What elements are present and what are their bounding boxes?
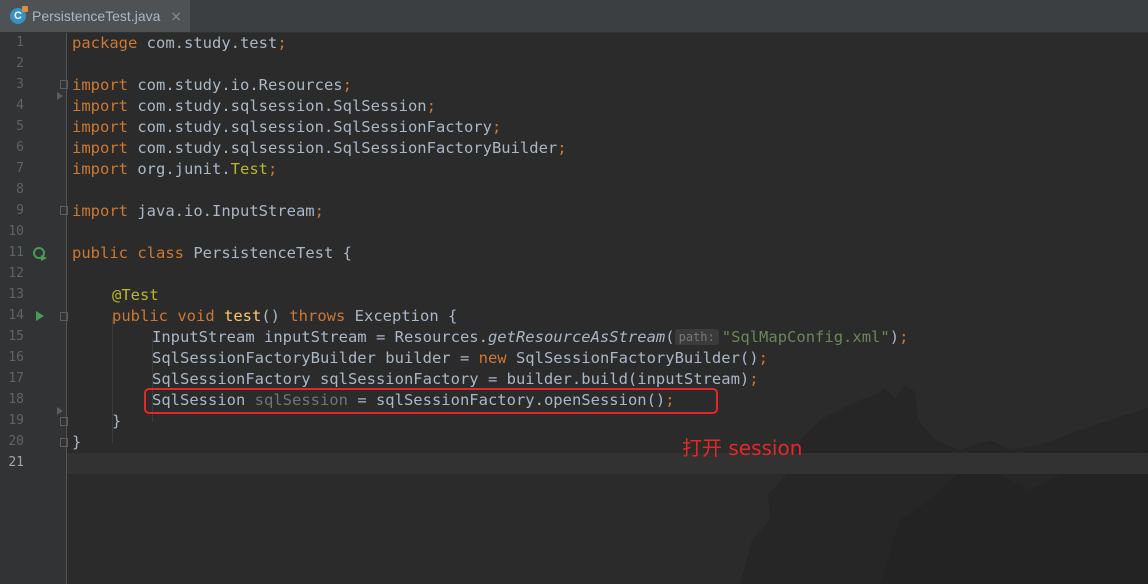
run-class-icon[interactable]: [32, 246, 48, 262]
code-line-7: import org.junit.Test;: [72, 160, 278, 178]
line-number: 11: [8, 245, 24, 260]
highlight-annotation-box: [144, 388, 718, 414]
code-line-5: import com.study.sqlsession.SqlSessionFa…: [72, 118, 502, 136]
tab-label: PersistenceTest.java: [32, 8, 161, 24]
line-number: 6: [16, 140, 24, 155]
line-number: 13: [8, 287, 24, 302]
line-number: 16: [8, 350, 24, 365]
parameter-hint: path:: [674, 329, 719, 345]
line-number: 20: [8, 434, 24, 449]
annotation-note: 打开 session: [682, 436, 803, 460]
code-line-14: public void test() throws Exception {: [112, 307, 458, 325]
code-line-20: }: [72, 433, 82, 451]
fold-arrow-icon[interactable]: [56, 406, 64, 416]
line-number: 7: [16, 161, 24, 176]
line-number: 17: [8, 371, 24, 386]
line-number: 2: [16, 56, 24, 71]
line-number: 3: [16, 77, 24, 92]
code-line-13: @Test: [112, 286, 159, 304]
code-line-6: import com.study.sqlsession.SqlSessionFa…: [72, 139, 567, 157]
fold-arrow-icon[interactable]: [56, 91, 64, 101]
run-test-icon[interactable]: [36, 311, 44, 321]
code-line-11: public class PersistenceTest {: [72, 244, 352, 262]
line-number: 14: [8, 308, 24, 323]
line-number: 18: [8, 392, 24, 407]
line-number: 12: [8, 266, 24, 281]
line-number: 4: [16, 98, 24, 113]
code-line-19: }: [112, 412, 122, 430]
code-line-4: import com.study.sqlsession.SqlSession;: [72, 97, 436, 115]
code-editor[interactable]: package com.study.test; import com.study…: [67, 33, 1148, 584]
current-line-highlight: [67, 453, 1148, 474]
close-icon[interactable]: ⨯: [170, 8, 182, 25]
line-number: 15: [8, 329, 24, 344]
editor-tab-bar: C PersistenceTest.java ⨯: [0, 0, 1148, 33]
line-number-gutter[interactable]: 1 2 3 4 5 6 7 8 9 10 11 12 13 14 15 16 1…: [0, 33, 68, 584]
code-line-17: SqlSessionFactory sqlSessionFactory = bu…: [152, 370, 759, 388]
code-line-9: import java.io.InputStream;: [72, 202, 324, 220]
code-line-15: InputStream inputStream = Resources.getR…: [152, 328, 909, 346]
code-line-3: import com.study.io.Resources;: [72, 76, 352, 94]
code-line-16: SqlSessionFactoryBuilder builder = new S…: [152, 349, 768, 367]
line-number: 10: [8, 224, 24, 239]
line-number: 5: [16, 119, 24, 134]
code-line-1: package com.study.test;: [72, 34, 287, 52]
line-number: 1: [16, 35, 24, 50]
line-number: 9: [16, 203, 24, 218]
line-number: 19: [8, 413, 24, 428]
java-class-icon: C: [10, 6, 28, 24]
line-number: 8: [16, 182, 24, 197]
line-number-current: 21: [8, 455, 24, 470]
tab-persistence-test[interactable]: C PersistenceTest.java ⨯: [0, 0, 190, 32]
